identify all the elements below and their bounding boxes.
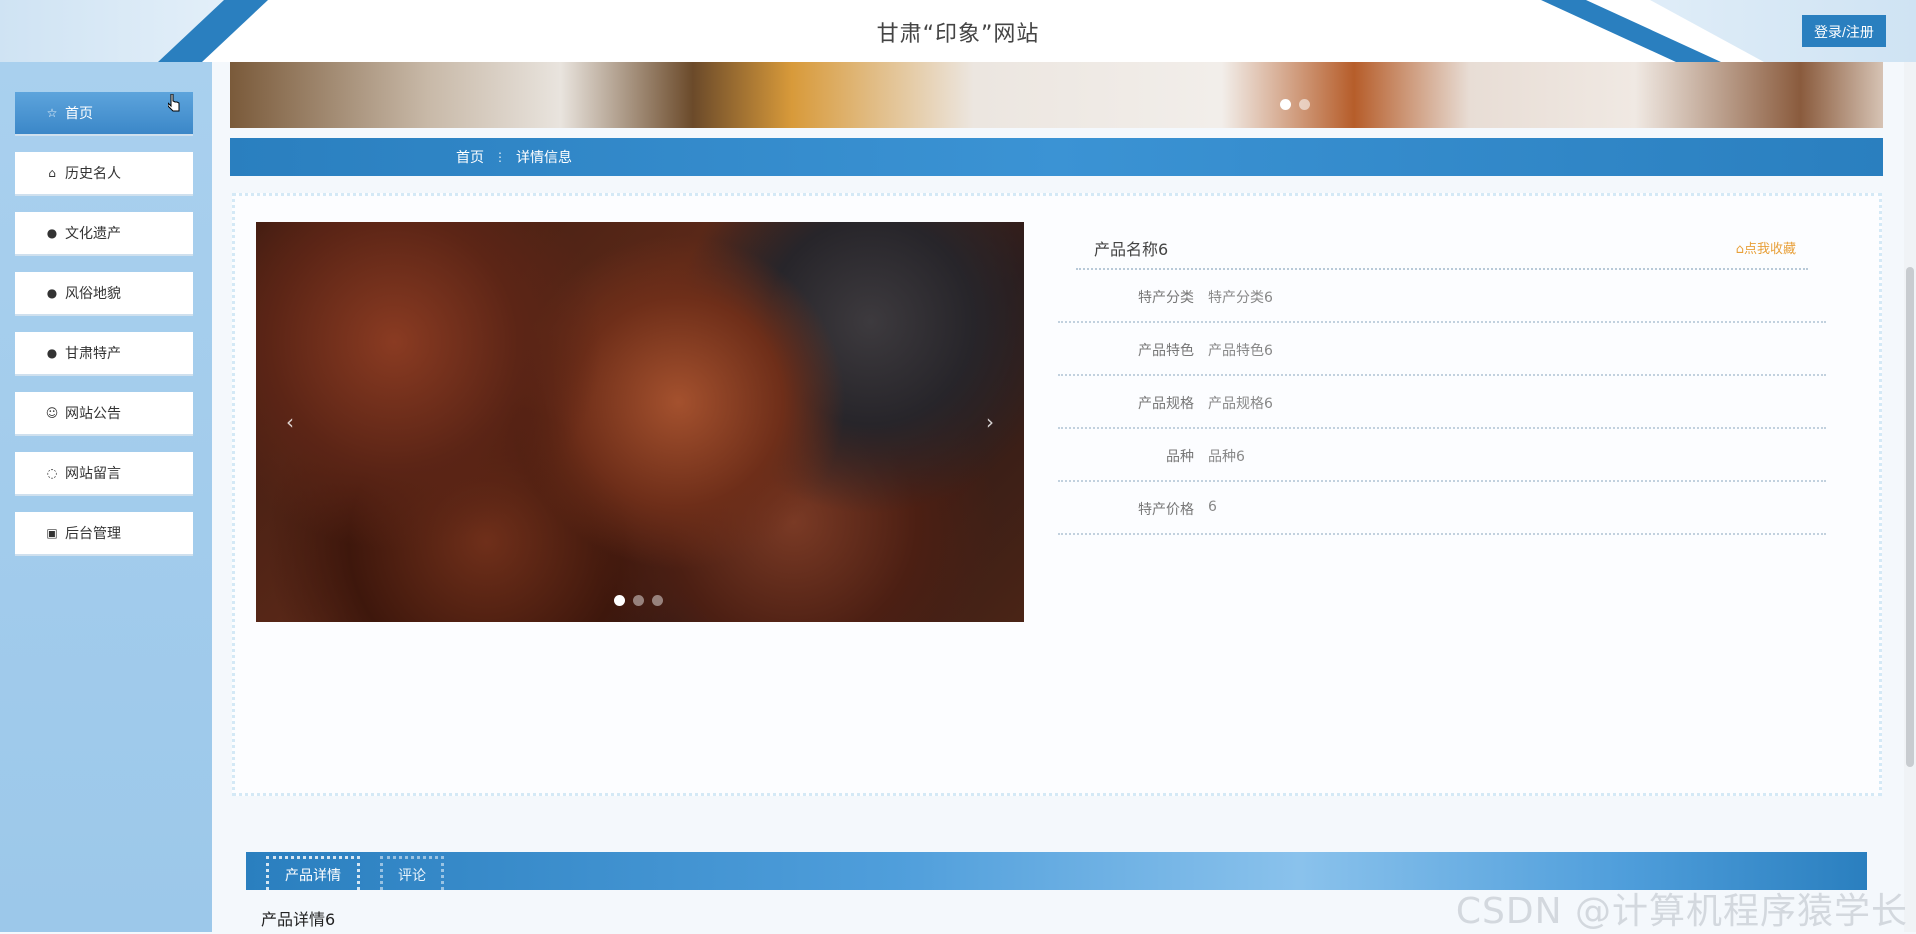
field-label: 品种	[1166, 449, 1194, 465]
banner-carousel-dots	[1280, 99, 1310, 110]
chat-icon: ◌	[46, 466, 58, 480]
login-register-button[interactable]: 登录/注册	[1802, 15, 1886, 47]
breadcrumb-current: 详情信息	[516, 150, 572, 166]
gift-icon: ▣	[46, 526, 58, 540]
info-row-spec: 产品规格 产品规格6	[1058, 376, 1826, 429]
banner-carousel[interactable]	[230, 62, 1883, 128]
sidebar-item-label: 网站公告	[65, 406, 121, 422]
product-image-carousel[interactable]: ‹ ›	[256, 222, 1024, 622]
question-icon: ●	[46, 286, 58, 300]
bag-icon: ⌂	[48, 166, 56, 180]
mouse-pointer-icon	[168, 94, 180, 112]
info-icon: ●	[46, 346, 58, 360]
info-row-feature: 产品特色 产品特色6	[1058, 323, 1826, 376]
sidebar-item-label: 风俗地貌	[65, 286, 121, 302]
sidebar-item-home[interactable]: ☆ 首页	[15, 92, 193, 134]
carousel-dot[interactable]	[652, 595, 663, 606]
sidebar-item-admin[interactable]: ▣ 后台管理	[15, 512, 193, 554]
product-info: 产品名称6 ⌂点我收藏 特产分类 特产分类6 产品特色 产品特色6 产品规格 产…	[1058, 222, 1826, 535]
tab-comments[interactable]: 评论	[380, 856, 444, 890]
breadcrumb: 首页 ⋮ 详情信息	[230, 138, 1883, 176]
field-value: 特产分类6	[1208, 290, 1273, 306]
sidebar: ☆ 首页 ⌂ 历史名人 ● 文化遗产 ● 风俗地貌 ● 甘肃特产 ☺ 网站公告 …	[0, 62, 212, 932]
field-value: 产品规格6	[1208, 396, 1273, 412]
carousel-dot[interactable]	[633, 595, 644, 606]
field-value: 产品特色6	[1208, 343, 1273, 359]
smile-icon: ☺	[45, 406, 59, 420]
info-row-variety: 品种 品种6	[1058, 429, 1826, 482]
sidebar-item-customs-landforms[interactable]: ● 风俗地貌	[15, 272, 193, 314]
breadcrumb-home-link[interactable]: 首页	[456, 147, 484, 167]
product-detail-text: 产品详情6	[261, 910, 336, 929]
sidebar-item-label: 后台管理	[65, 526, 121, 542]
carousel-dot[interactable]	[1299, 99, 1310, 110]
field-value: 品种6	[1208, 449, 1245, 465]
carousel-dot[interactable]	[1280, 99, 1291, 110]
product-info-header: 产品名称6 ⌂点我收藏	[1076, 222, 1808, 270]
field-label: 产品规格	[1138, 396, 1194, 412]
sidebar-item-messages[interactable]: ◌ 网站留言	[15, 452, 193, 494]
sidebar-item-label: 首页	[65, 106, 93, 122]
image-carousel-dots	[614, 595, 663, 606]
field-label: 产品特色	[1138, 343, 1194, 359]
field-label: 特产价格	[1138, 502, 1194, 518]
info-row-category: 特产分类 特产分类6	[1058, 270, 1826, 323]
sidebar-item-label: 网站留言	[65, 466, 121, 482]
sidebar-item-label: 文化遗产	[65, 226, 121, 242]
product-name: 产品名称6	[1094, 240, 1169, 259]
info-row-price: 特产价格 6	[1058, 482, 1826, 535]
field-value: 6	[1208, 499, 1217, 515]
sidebar-item-label: 历史名人	[65, 166, 121, 182]
sidebar-item-history-figures[interactable]: ⌂ 历史名人	[15, 152, 193, 194]
chevron-right-icon[interactable]: ›	[986, 410, 994, 434]
field-label: 特产分类	[1138, 290, 1194, 306]
tab-product-details[interactable]: 产品详情	[266, 856, 360, 890]
site-title: 甘肃“印象”网站	[876, 22, 1040, 47]
sidebar-item-announcements[interactable]: ☺ 网站公告	[15, 392, 193, 434]
exclamation-icon: ●	[46, 226, 58, 240]
page-scrollbar[interactable]	[1904, 62, 1916, 932]
watermark: CSDN @计算机程序猿学长	[1455, 891, 1908, 932]
chevron-left-icon[interactable]: ‹	[286, 410, 294, 434]
star-icon: ☆	[46, 106, 58, 120]
sidebar-item-gansu-specialties[interactable]: ● 甘肃特产	[15, 332, 193, 374]
sidebar-item-label: 甘肃特产	[65, 346, 121, 362]
favorite-button[interactable]: ⌂点我收藏	[1736, 238, 1796, 257]
header: 甘肃“印象”网站 登录/注册	[0, 0, 1916, 62]
breadcrumb-separator: ⋮	[494, 150, 506, 164]
sidebar-item-cultural-heritage[interactable]: ● 文化遗产	[15, 212, 193, 254]
scrollbar-thumb[interactable]	[1906, 267, 1914, 767]
carousel-dot[interactable]	[614, 595, 625, 606]
